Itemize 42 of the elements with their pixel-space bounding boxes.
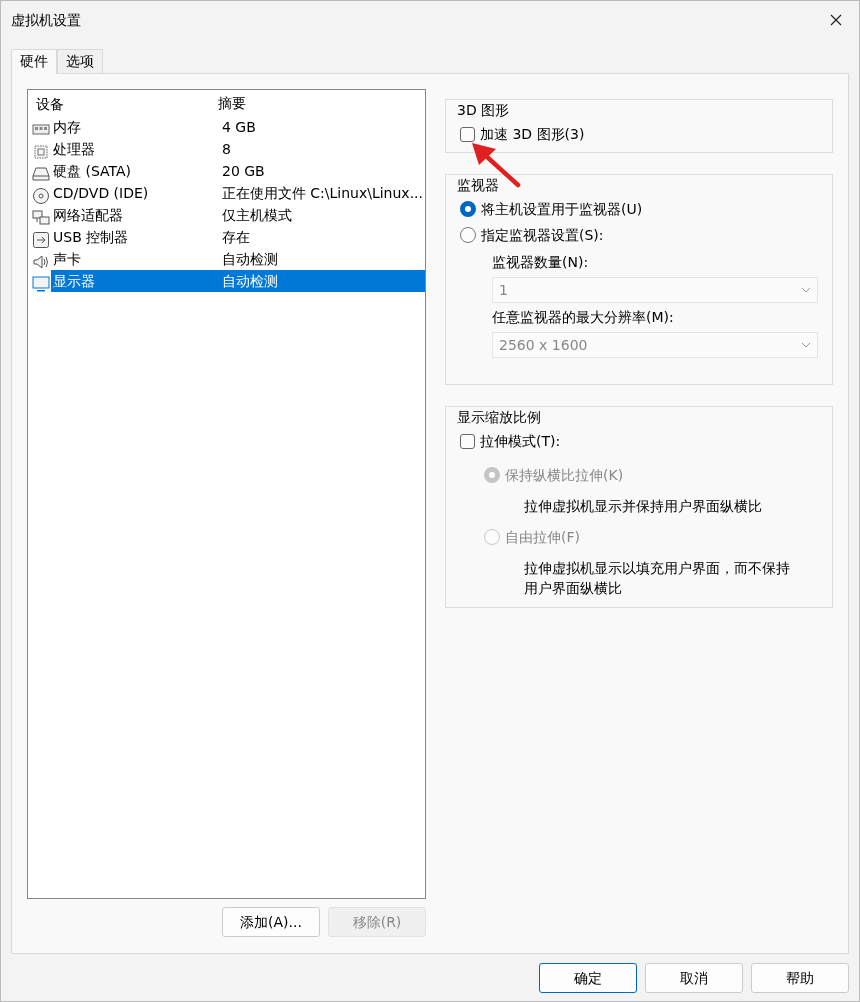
window-title: 虚拟机设置 bbox=[11, 10, 81, 30]
chevron-icon bbox=[801, 287, 811, 293]
radio-label[interactable]: 指定监视器设置(S): bbox=[481, 224, 604, 246]
group-title: 监视器 bbox=[454, 176, 502, 194]
option-description: 拉伸虚拟机显示并保持用户界面纵横比 bbox=[523, 497, 763, 516]
device-summary: 自动检测 bbox=[221, 250, 279, 269]
device-list[interactable]: 设备 摘要 内存 4 GB 处理器 8 硬盘 (SATA) 20 GB CD/DVD (IDE) 正在使用文件 C:\Linux\Linux... 网络适配器 仅主机模式 USB 控制器 存在 声卡 自动检测 显示器 自动检测 bbox=[27, 89, 426, 899]
close-icon[interactable] bbox=[830, 14, 842, 26]
radio-label[interactable]: 将主机设置用于监视器(U) bbox=[481, 198, 643, 220]
device-summary: 8 bbox=[221, 140, 232, 159]
tab[interactable]: 选项 bbox=[57, 49, 103, 73]
device-name[interactable]: USB 控制器 bbox=[51, 226, 214, 248]
checkbox[interactable] bbox=[460, 433, 475, 449]
radio-button[interactable] bbox=[460, 201, 476, 217]
column-header[interactable]: 摘要 bbox=[214, 92, 425, 116]
device-name[interactable]: 处理器 bbox=[51, 138, 214, 160]
ok-button[interactable]: 确定 bbox=[539, 963, 637, 993]
radio-button[interactable] bbox=[460, 227, 476, 243]
device-summary: 自动检测 bbox=[214, 270, 425, 292]
device-summary: 正在使用文件 C:\Linux\Linux... bbox=[220, 184, 424, 203]
checkbox-label[interactable]: 加速 3D 图形(3) bbox=[480, 123, 585, 145]
help-button[interactable]: 帮助 bbox=[751, 963, 849, 993]
chevron-icon bbox=[801, 342, 811, 348]
device-summary: 仅主机模式 bbox=[221, 206, 293, 225]
cancel-button[interactable]: 取消 bbox=[645, 963, 743, 993]
tab[interactable]: 硬件 bbox=[11, 49, 57, 74]
device-summary: 20 GB bbox=[221, 162, 266, 181]
device-name[interactable]: 内存 bbox=[51, 116, 214, 138]
device-name[interactable]: 硬盘 (SATA) bbox=[51, 160, 214, 182]
device-name[interactable]: CD/DVD (IDE) bbox=[51, 182, 214, 204]
device-name[interactable]: 显示器 bbox=[51, 270, 214, 292]
field-label: 监视器数量(N): bbox=[492, 253, 590, 272]
column-header[interactable]: 设备 bbox=[32, 92, 214, 116]
add-button[interactable]: 添加(A)... bbox=[222, 907, 320, 937]
device-name[interactable]: 网络适配器 bbox=[51, 204, 214, 226]
device-name[interactable]: 声卡 bbox=[51, 248, 214, 270]
checkbox[interactable] bbox=[460, 126, 475, 142]
checkbox-label[interactable]: 拉伸模式(T): bbox=[480, 430, 561, 452]
field-label: 任意监视器的最大分辨率(M): bbox=[492, 308, 675, 327]
option-description: 拉伸虚拟机显示以填充用户界面，而不保持用户界面纵横比 bbox=[523, 559, 791, 598]
device-summary: 存在 bbox=[221, 228, 251, 247]
device-summary: 4 GB bbox=[221, 118, 257, 137]
